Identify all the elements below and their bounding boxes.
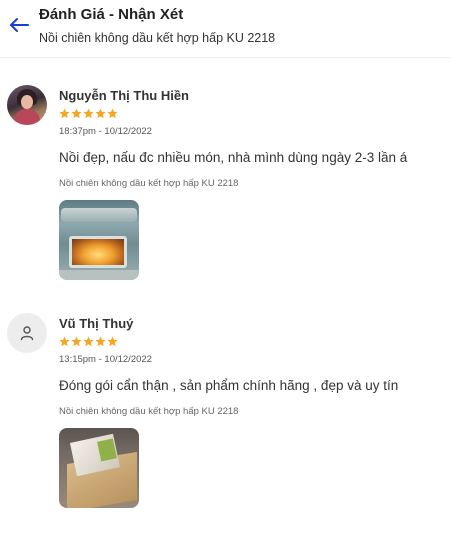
review-timestamp: 18:37pm - 10/12/2022 [59,126,152,137]
header-bar: Đánh Giá - Nhận Xét Nồi chiên không dầu … [0,0,451,58]
default-user-icon [20,326,34,341]
star-icon [107,336,118,347]
star-icon [95,336,106,347]
avatar-face [21,95,33,109]
page-title: Đánh Giá - Nhận Xét [39,6,184,23]
star-icon [107,108,118,119]
fryer-base [59,270,139,280]
product-variant: Nồi chiên không dầu kết hợp hấp KU 2218 [59,178,239,189]
review-comment: Đóng gói cẩn thận , sản phẩm chính hãng … [59,378,399,393]
fryer-lid [61,208,137,222]
avatar [7,313,47,353]
product-name: Nồi chiên không dầu kết hợp hấp KU 2218 [39,31,276,45]
review-timestamp: 13:15pm - 10/12/2022 [59,354,152,365]
star-icon [95,108,106,119]
review-photo[interactable] [59,428,139,508]
review-comment: Nồi đẹp, nấu đc nhiều món, nhà mình dùng… [59,150,408,165]
review-page: Đánh Giá - Nhận Xét Nồi chiên không dầu … [0,0,451,538]
star-icon [59,336,70,347]
avatar [7,85,47,125]
arrow-left-icon[interactable] [6,12,32,38]
back-button[interactable] [6,12,32,38]
star-icon [71,336,82,347]
star-icon [83,336,94,347]
reviewer-name: Vũ Thị Thuý [59,316,134,331]
review-photo[interactable] [59,200,139,280]
star-rating [59,108,118,119]
avatar-body [14,109,40,125]
star-rating [59,336,118,347]
reviewer-name: Nguyễn Thị Thu Hiền [59,88,189,103]
star-icon [59,108,70,119]
star-icon [83,108,94,119]
star-icon [71,108,82,119]
product-variant: Nồi chiên không dầu kết hợp hấp KU 2218 [59,406,239,417]
fryer-window [69,236,127,268]
